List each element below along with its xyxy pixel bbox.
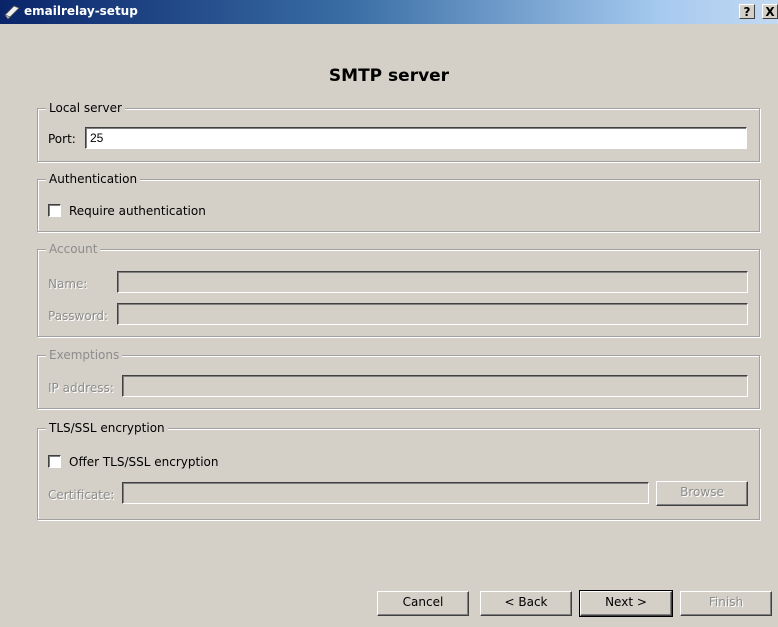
window-title: emailrelay-setup [24,4,138,18]
next-button[interactable]: Next > [579,590,673,617]
ip-address-input[interactable] [122,375,748,397]
tls-legend: TLS/SSL encryption [46,421,168,435]
close-button[interactable]: X [762,4,778,19]
account-legend: Account [46,242,101,256]
title-bar: emailrelay-setup ? X [0,0,778,24]
require-authentication-checkbox[interactable] [48,204,61,217]
ip-address-label: IP address: [48,381,114,395]
back-button[interactable]: < Back [480,591,572,616]
tls-group: TLS/SSL encryption [37,421,760,520]
cancel-button[interactable]: Cancel [377,591,469,616]
help-button[interactable]: ? [739,4,755,19]
password-input[interactable] [117,303,748,325]
port-input[interactable] [85,127,747,149]
name-input[interactable] [117,271,748,293]
exemptions-legend: Exemptions [46,348,123,362]
password-label: Password: [48,309,109,323]
port-label: Port: [48,132,76,146]
offer-tls-checkbox[interactable] [48,455,61,468]
envelope-icon [3,3,21,21]
finish-button[interactable]: Finish [680,591,772,616]
page-title: SMTP server [328,66,450,86]
browse-button[interactable]: Browse [656,481,748,506]
certificate-input[interactable] [122,482,649,504]
certificate-label: Certificate: [48,488,115,502]
local-server-legend: Local server [46,101,125,115]
name-label: Name: [48,277,88,291]
require-authentication-label[interactable]: Require authentication [69,204,206,218]
offer-tls-label[interactable]: Offer TLS/SSL encryption [69,455,218,469]
authentication-legend: Authentication [46,172,141,186]
